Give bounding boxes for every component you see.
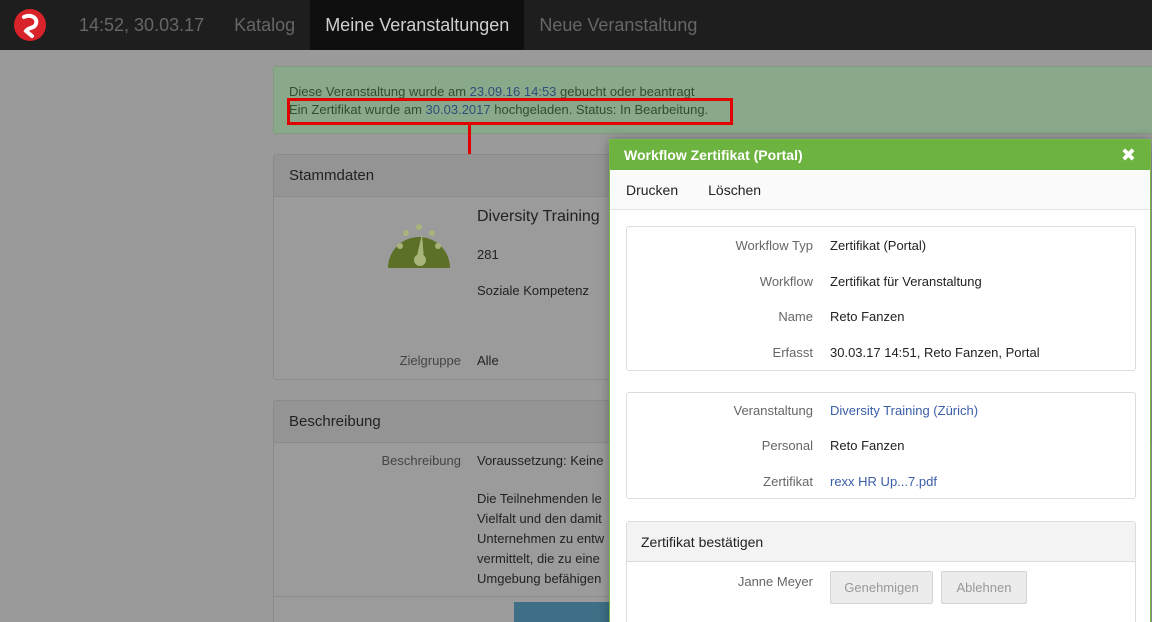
row-label: Erfasst <box>772 345 813 360</box>
info-row: Zertifikat rexx HR Up...7.pdf <box>627 474 1135 494</box>
row-value: Reto Fanzen <box>830 438 905 453</box>
description-line: Voraussetzung: Keine <box>477 453 604 468</box>
approve-button[interactable]: Genehmigen <box>830 571 933 604</box>
top-navigation: 14:52, 30.03.17 Katalog Meine Veranstalt… <box>0 0 1152 50</box>
beschreibung-label: Beschreibung <box>381 453 462 468</box>
description-line: Die Teilnehmenden le <box>477 491 602 506</box>
dialog-title: Workflow Zertifikat (Portal) <box>624 147 803 163</box>
delete-button[interactable]: Löschen <box>708 182 761 198</box>
event-number: 281 <box>477 247 499 262</box>
info-row: Workflow Zertifikat für Veranstaltung <box>627 274 1135 294</box>
event-title: Diversity Training <box>477 208 600 225</box>
row-label: Veranstaltung <box>733 403 813 418</box>
nav-meine-veranstaltungen[interactable]: Meine Veranstaltungen <box>310 0 525 50</box>
event-category: Soziale Kompetenz <box>477 283 590 298</box>
description-line: Unternehmen zu entw <box>477 531 605 546</box>
workflow-dialog: Workflow Zertifikat (Portal) ✖ Drucken L… <box>609 139 1151 622</box>
app-logo[interactable] <box>0 0 60 50</box>
workflow-info-card: Workflow Typ Zertifikat (Portal) Workflo… <box>626 226 1136 371</box>
info-row: Personal Reto Fanzen <box>627 438 1135 458</box>
alert-text: Diese Veranstaltung wurde am <box>289 84 470 99</box>
info-row: Workflow Typ Zertifikat (Portal) <box>627 238 1135 258</box>
dialog-toolbar: Drucken Löschen <box>610 170 1150 210</box>
print-button[interactable]: Drucken <box>626 182 678 198</box>
zielgruppe-label: Zielgruppe <box>399 353 461 368</box>
row-value: Zertifikat für Veranstaltung <box>830 274 982 289</box>
row-label: Zertifikat <box>763 474 813 489</box>
speedometer-icon <box>388 224 450 268</box>
alert-text: gebucht oder beantragt <box>556 84 695 99</box>
description-line: Umgebung befähigen <box>477 571 602 586</box>
logo-icon <box>14 9 46 41</box>
zielgruppe-value: Alle <box>477 353 499 368</box>
row-label: Workflow <box>759 274 813 289</box>
close-icon[interactable]: ✖ <box>1121 146 1136 164</box>
nav-neue-veranstaltung[interactable]: Neue Veranstaltung <box>524 0 712 50</box>
row-label: Name <box>778 309 813 324</box>
approver-name: Janne Meyer <box>737 574 813 589</box>
description-line: vermittelt, die zu eine <box>477 551 600 566</box>
row-label: Workflow Typ <box>735 238 813 253</box>
divider <box>273 596 613 597</box>
event-info-card: Veranstaltung Diversity Training (Zürich… <box>626 392 1136 499</box>
annotation-highlight-box <box>287 98 733 125</box>
row-label: Personal <box>761 438 813 453</box>
row-value: Reto Fanzen <box>830 309 905 324</box>
row-value: Zertifikat (Portal) <box>830 238 927 253</box>
card-heading: Zertifikat bestätigen <box>627 522 1135 562</box>
event-image <box>514 602 609 622</box>
dialog-header: Workflow Zertifikat (Portal) ✖ <box>610 140 1150 170</box>
certificate-file-link[interactable]: rexx HR Up...7.pdf <box>830 474 937 489</box>
nav-katalog[interactable]: Katalog <box>219 0 310 50</box>
booking-date-link[interactable]: 23.09.16 14:53 <box>470 84 557 99</box>
info-row: Veranstaltung Diversity Training (Zürich… <box>627 403 1135 423</box>
confirm-certificate-card: Zertifikat bestätigen Janne Meyer Genehm… <box>626 521 1136 622</box>
info-row: Erfasst 30.03.17 14:51, Reto Fanzen, Por… <box>627 345 1135 365</box>
event-link[interactable]: Diversity Training (Zürich) <box>830 403 978 418</box>
nav-datetime: 14:52, 30.03.17 <box>79 14 205 35</box>
info-row: Name Reto Fanzen <box>627 309 1135 329</box>
row-value: 30.03.17 14:51, Reto Fanzen, Portal <box>830 345 1040 360</box>
reject-button[interactable]: Ablehnen <box>941 571 1027 604</box>
description-line: Vielfalt und den damit <box>477 511 602 526</box>
